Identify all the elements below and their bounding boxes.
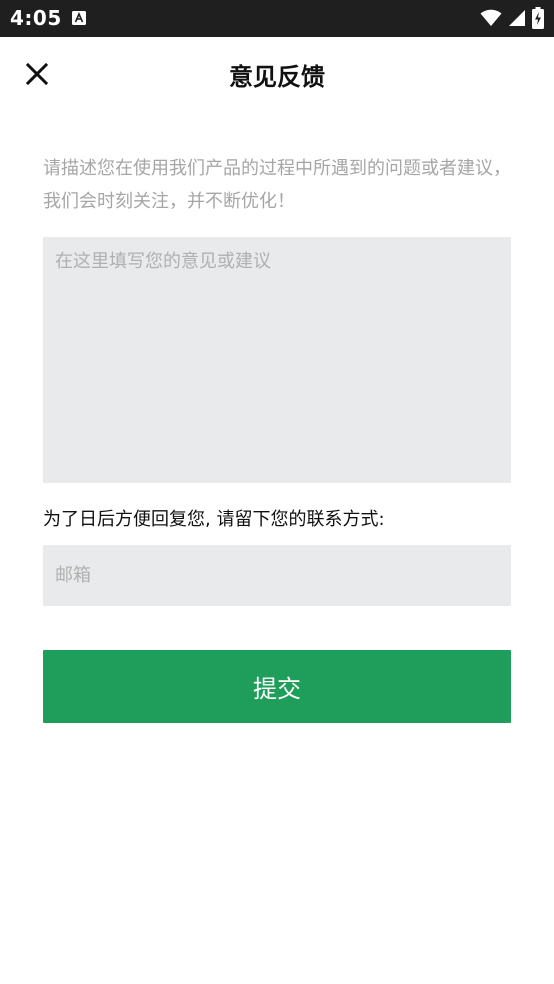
page-title: 意见反馈 — [229, 63, 325, 91]
contact-label: 为了日后方便回复您, 请留下您的联系方式: — [43, 509, 385, 530]
battery-charging-icon — [532, 7, 544, 29]
status-bar: 4:05 — [0, 0, 554, 37]
feedback-input[interactable] — [43, 237, 511, 483]
intro-text: 请描述您在使用我们产品的过程中所遇到的问题或者建议，我们会时刻关注，并不断优化！ — [43, 158, 511, 212]
app-header: 意见反馈 — [0, 37, 554, 111]
cell-signal-icon — [509, 10, 525, 26]
status-icons — [480, 6, 544, 30]
notification-a-icon — [72, 11, 86, 25]
wifi-icon — [480, 9, 502, 26]
status-time: 4:05 — [10, 6, 62, 30]
submit-button[interactable]: 提交 — [43, 650, 511, 723]
email-input[interactable] — [43, 545, 511, 606]
